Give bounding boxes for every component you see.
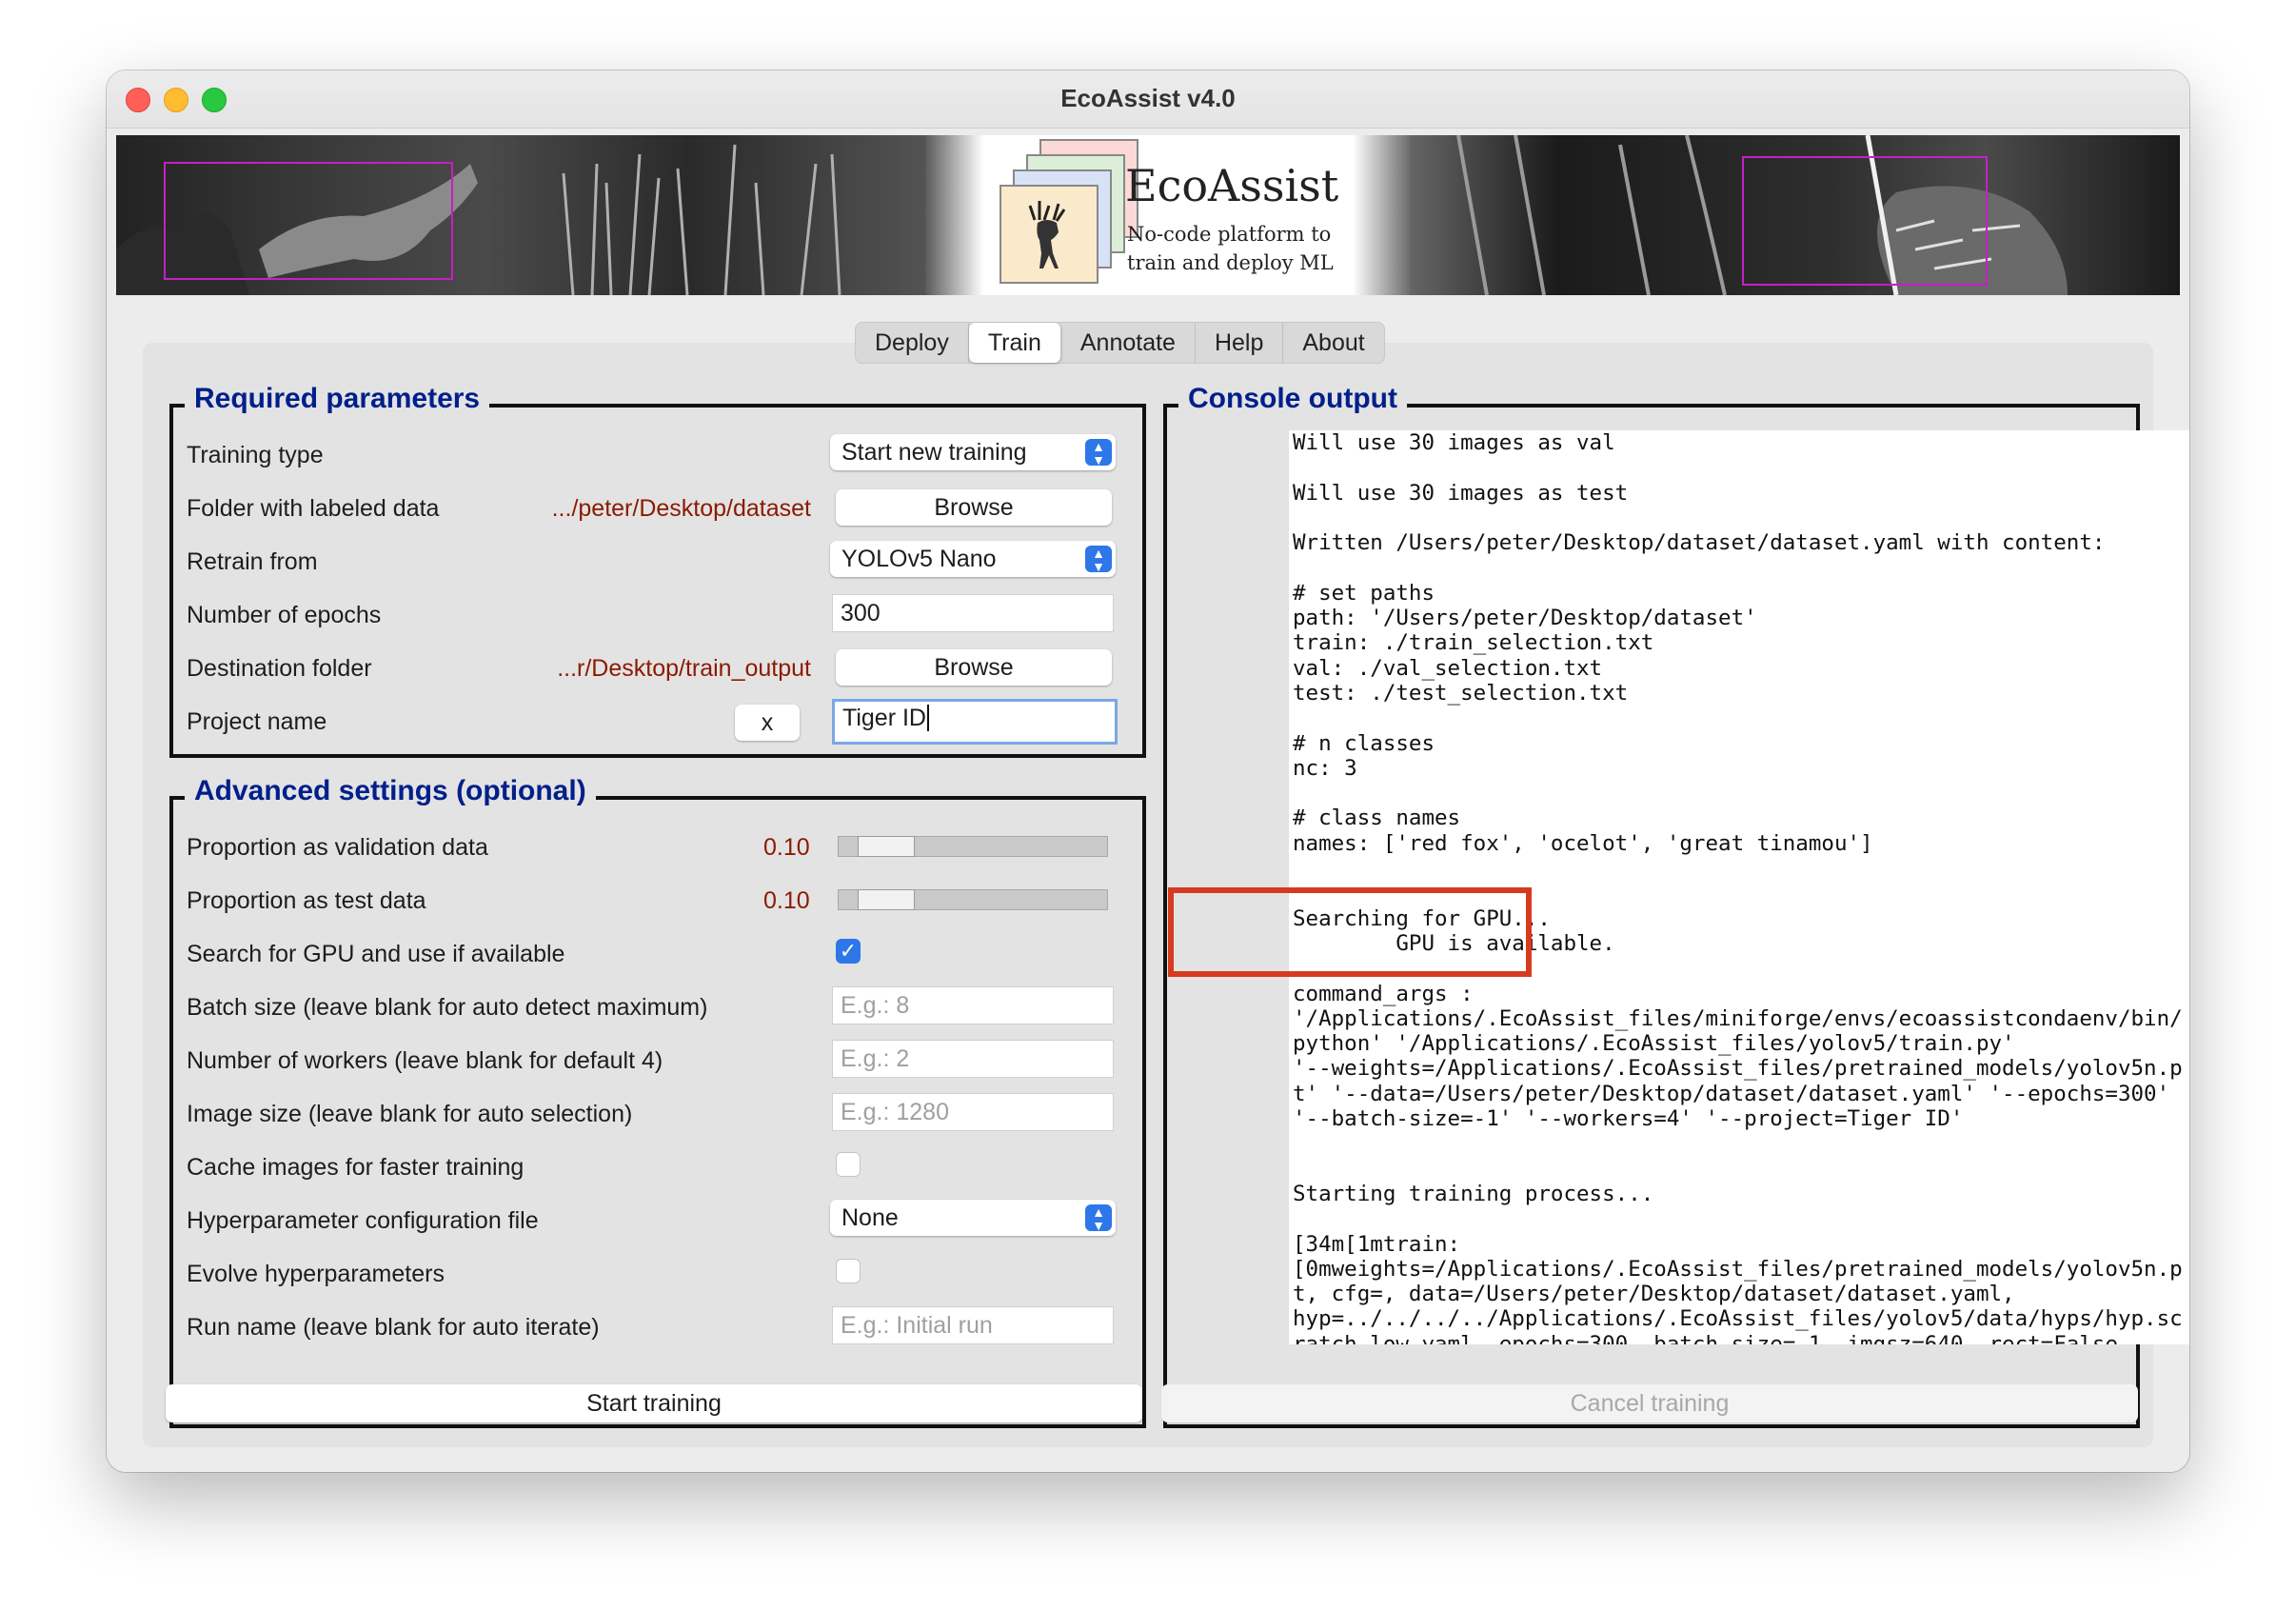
folder-labeled-data-label: Folder with labeled data xyxy=(187,495,440,522)
app-logo: EcoAssist No-code platform to train and … xyxy=(925,135,1411,295)
deer-icon xyxy=(1000,185,1099,284)
folder-labeled-data-path: .../peter/Desktop/dataset xyxy=(551,495,811,522)
destination-folder-path: ...r/Desktop/train_output xyxy=(557,655,811,682)
epochs-label: Number of epochs xyxy=(187,602,382,628)
test-proportion-slider[interactable] xyxy=(838,889,1108,910)
evolve-label: Evolve hyperparameters xyxy=(187,1261,445,1287)
tab-bar: Deploy Train Annotate Help About xyxy=(855,322,1385,364)
fox-camera-trap-image xyxy=(116,135,935,295)
workers-input[interactable]: E.g.: 2 xyxy=(832,1040,1114,1078)
text-cursor xyxy=(926,705,929,731)
advanced-settings-title: Advanced settings (optional) xyxy=(185,775,596,807)
validation-proportion-value: 0.10 xyxy=(763,834,810,861)
chevron-updown-icon: ▲ ▼ xyxy=(1085,546,1112,573)
training-type-label: Training type xyxy=(187,442,324,468)
validation-proportion-label: Proportion as validation data xyxy=(187,834,488,861)
gpu-checkbox[interactable]: ✓ xyxy=(836,939,861,964)
detection-box xyxy=(1742,156,1988,286)
hyperparameter-file-label: Hyperparameter configuration file xyxy=(187,1207,539,1234)
slider-handle[interactable] xyxy=(858,889,915,910)
title-bar[interactable]: EcoAssist v4.0 xyxy=(107,70,2189,129)
destination-folder-label: Destination folder xyxy=(187,655,372,682)
test-proportion-value: 0.10 xyxy=(763,887,810,914)
batch-size-label: Batch size (leave blank for auto detect … xyxy=(187,994,708,1021)
validation-proportion-slider[interactable] xyxy=(838,836,1108,857)
start-training-button[interactable]: Start training xyxy=(166,1384,1142,1422)
image-size-label: Image size (leave blank for auto selecti… xyxy=(187,1101,633,1127)
console-output-title: Console output xyxy=(1178,383,1407,415)
required-parameters-title: Required parameters xyxy=(185,383,490,415)
image-size-input[interactable]: E.g.: 1280 xyxy=(832,1093,1114,1131)
tab-deploy[interactable]: Deploy xyxy=(856,323,969,363)
ocelot-camera-trap-image xyxy=(1401,135,2180,295)
retrain-from-label: Retrain from xyxy=(187,548,318,575)
app-window: EcoAssist v4.0 EcoAssist No-code platfor… xyxy=(107,70,2189,1472)
evolve-checkbox[interactable] xyxy=(836,1259,861,1283)
logo-subtitle-line-1: No-code platform to xyxy=(1127,223,1332,246)
tab-annotate[interactable]: Annotate xyxy=(1061,323,1196,363)
cache-images-checkbox[interactable] xyxy=(836,1152,861,1177)
cancel-training-button[interactable]: Cancel training xyxy=(1161,1384,2138,1422)
run-name-input[interactable]: E.g.: Initial run xyxy=(832,1306,1114,1344)
chevron-updown-icon: ▲ ▼ xyxy=(1085,439,1112,467)
logo-title: EcoAssist xyxy=(1125,160,1339,211)
tab-train[interactable]: Train xyxy=(968,323,1061,363)
window-title: EcoAssist v4.0 xyxy=(1060,84,1236,112)
project-name-input[interactable]: Tiger ID xyxy=(832,699,1118,745)
epochs-input[interactable]: 300 xyxy=(832,594,1114,632)
browse-destination-button[interactable]: Browse xyxy=(836,649,1112,686)
header-banner: EcoAssist No-code platform to train and … xyxy=(116,135,2180,295)
run-name-label: Run name (leave blank for auto iterate) xyxy=(187,1314,600,1341)
detection-box xyxy=(164,162,453,280)
tab-about[interactable]: About xyxy=(1283,323,1383,363)
test-proportion-label: Proportion as test data xyxy=(187,887,426,914)
workers-label: Number of workers (leave blank for defau… xyxy=(187,1047,663,1074)
clear-project-name-button[interactable]: x xyxy=(735,705,800,741)
gpu-label: Search for GPU and use if available xyxy=(187,941,565,967)
browse-labeled-data-button[interactable]: Browse xyxy=(836,489,1112,526)
project-name-label: Project name xyxy=(187,708,327,735)
training-type-select[interactable]: Start new training ▲ ▼ xyxy=(830,434,1116,470)
gpu-highlight-box xyxy=(1168,887,1532,977)
logo-subtitle-line-2: train and deploy ML xyxy=(1127,251,1334,274)
cache-images-label: Cache images for faster training xyxy=(187,1154,525,1181)
batch-size-input[interactable]: E.g.: 8 xyxy=(832,986,1114,1024)
hyperparameter-file-select[interactable]: None ▲ ▼ xyxy=(830,1200,1116,1236)
tab-help[interactable]: Help xyxy=(1196,323,1284,363)
slider-handle[interactable] xyxy=(858,836,915,857)
chevron-updown-icon: ▲ ▼ xyxy=(1085,1204,1112,1232)
retrain-from-select[interactable]: YOLOv5 Nano ▲ ▼ xyxy=(830,541,1116,577)
